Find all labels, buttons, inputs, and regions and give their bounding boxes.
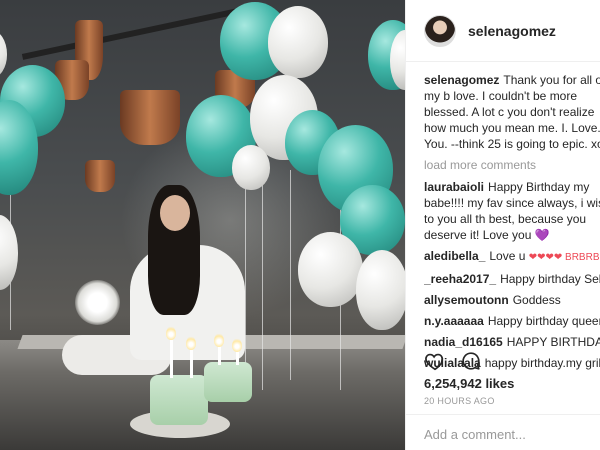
comment-username[interactable]: aledibella_ [424,249,485,263]
comment-text: Happy birthday Selena [500,272,600,286]
comment-item: _reeha2017_Happy birthday Selena 🎉🎉🎉 [424,271,600,287]
caption-username[interactable]: selenagomez [424,73,499,87]
comments-list: selenagomez Thank you for all of my b lov… [406,62,600,371]
post-timestamp: 20 HOURS AGO [424,396,495,406]
pot-rack [21,6,249,60]
flowers [75,280,120,325]
hearts-emoji: ❤❤❤❤ BRBRBR [528,252,600,263]
header-username[interactable]: selenagomez [468,23,556,39]
comment-text: happy birthday.my gril [484,356,600,370]
candle [218,345,221,365]
speech-bubble-icon[interactable] [460,350,482,377]
comment-username[interactable]: _reeha2017_ [424,272,496,286]
balloon-string [290,170,291,380]
comment-item: aledibella_ Love u ❤❤❤❤ BRBRBR [424,248,600,266]
post-header: selenagomez [406,0,600,62]
balloon [232,145,270,190]
candle-flame [166,326,176,340]
balloon [268,6,328,78]
candle [190,350,193,378]
balloon-string [245,180,246,380]
copper-pot [120,90,180,145]
post-photo[interactable] [0,0,405,450]
comment-text: HAPPY BIRTHDAY [506,335,600,349]
avatar[interactable] [424,14,456,47]
birthday-cake [204,362,252,402]
comment-username[interactable]: nadia_d16165 [424,335,503,349]
comment-item: n.y.aaaaaaHappy birthday queen ❤ [424,313,600,329]
caption: selenagomez Thank you for all of my b lov… [424,72,600,152]
comment-item: allysemoutonn Goddess [424,292,600,308]
add-comment-input[interactable]: Add a comment... [406,414,600,450]
balloon [0,215,18,290]
candle [236,350,239,365]
candle-flame [186,336,196,350]
comment-username[interactable]: n.y.aaaaaa [424,314,484,328]
person-face [160,195,190,231]
comment-text: Love u [489,249,526,263]
balloon [298,232,363,307]
comment-text: Goddess [512,293,561,307]
candle-flame [232,338,242,352]
comment-username[interactable]: allysemoutonn [424,293,509,307]
comment-username[interactable]: laurabaioli [424,180,484,194]
load-more-comments-link[interactable]: load more comments [424,157,600,173]
comment-text: Happy birthday queen [487,314,600,328]
balloon-string [262,170,263,390]
comment-item: nadia_d16165HAPPY BIRTHDAY 🎉📦 [424,334,600,350]
purple-heart-emoji: 💜 [534,228,550,242]
comment-item: laurabaioli Happy Birthday my babe!!!! my… [424,179,600,243]
balloon [356,250,405,330]
candle-flame [214,333,224,347]
heart-outline-icon[interactable] [424,350,446,377]
likes-count[interactable]: 6,254,942 likes [424,376,514,391]
birthday-cake [150,375,208,425]
copper-pot [85,160,115,192]
candle [170,340,173,378]
post-actions [424,350,482,377]
post-side-panel: selenagomez selenagomez Thank you for all… [405,0,600,450]
balloon [0,30,7,78]
